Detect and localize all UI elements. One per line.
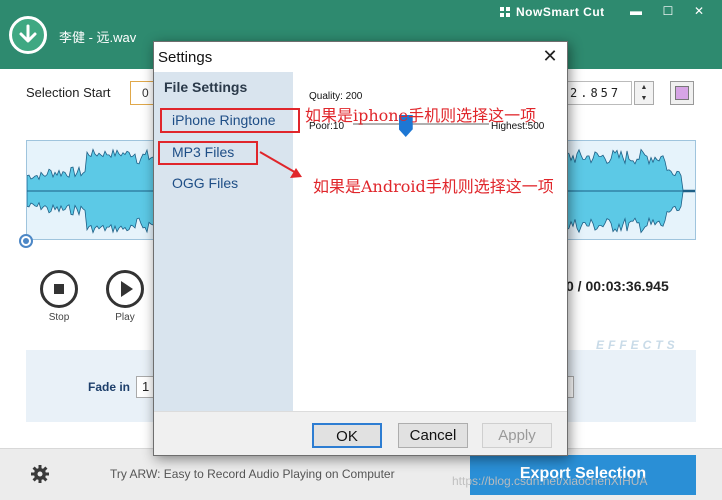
maximize-button[interactable]: ☐ <box>659 3 677 19</box>
app-logo-icon <box>9 16 47 54</box>
sidebar-heading: File Settings <box>164 79 248 95</box>
fade-in-label: Fade in <box>88 380 131 394</box>
iphone-annotation: 如果是iphone手机则选择这一项 <box>305 106 537 125</box>
annotation-arrow-icon <box>259 151 302 178</box>
brand-name: NowSmart Cut <box>516 5 605 19</box>
minimize-button[interactable]: ▬ <box>627 3 645 19</box>
window-title: 李健 - 远.wav <box>59 30 137 45</box>
playhead-handle[interactable] <box>19 234 33 248</box>
stop-label: Stop <box>48 312 70 323</box>
play-label: Play <box>115 312 135 323</box>
close-window-button[interactable]: ✕ <box>690 3 708 19</box>
spin-down-icon[interactable]: ▼ <box>635 93 653 104</box>
apply-button[interactable]: Apply <box>482 423 552 448</box>
watermark: https://blog.csdn.net/xiaochenXIHUA <box>452 474 648 488</box>
quality-label: Quality: 200 <box>309 91 363 102</box>
dialog-close-icon[interactable]: ✕ <box>540 46 560 66</box>
iphone-highlight-box <box>160 108 300 133</box>
dialog-title: Settings <box>158 49 213 66</box>
cancel-button[interactable]: Cancel <box>398 423 468 448</box>
selection-end-stepper[interactable]: ▲ ▼ <box>634 81 654 105</box>
selection-start-label: Selection Start <box>26 85 111 100</box>
stop-button[interactable]: Stop <box>40 270 78 323</box>
brand: NowSmart Cut <box>500 5 605 19</box>
color-swatch <box>675 86 689 100</box>
android-annotation: 如果是Android手机则选择这一项 <box>313 177 554 196</box>
mp3-highlight-box <box>158 141 258 165</box>
promo-link[interactable]: Try ARW: Easy to Record Audio Playing on… <box>110 467 395 481</box>
gear-icon[interactable] <box>30 464 50 484</box>
brand-icon <box>500 7 510 17</box>
stop-icon <box>40 270 78 308</box>
selection-start-input[interactable]: 0 <box>130 81 154 105</box>
dialog-footer: OK Cancel Apply <box>154 411 567 455</box>
spin-up-icon[interactable]: ▲ <box>635 82 653 93</box>
selection-end-input[interactable]: 2.857 <box>566 81 632 105</box>
play-icon <box>106 270 144 308</box>
color-picker-button[interactable] <box>670 81 694 105</box>
dialog-title-bar: Settings ✕ <box>154 42 567 72</box>
play-button[interactable]: Play <box>106 270 144 323</box>
time-readout: 0 / 00:03:36.945 <box>566 278 669 294</box>
sidebar-item-ogg-files[interactable]: OGG Files <box>172 175 238 191</box>
ok-button[interactable]: OK <box>312 423 382 448</box>
